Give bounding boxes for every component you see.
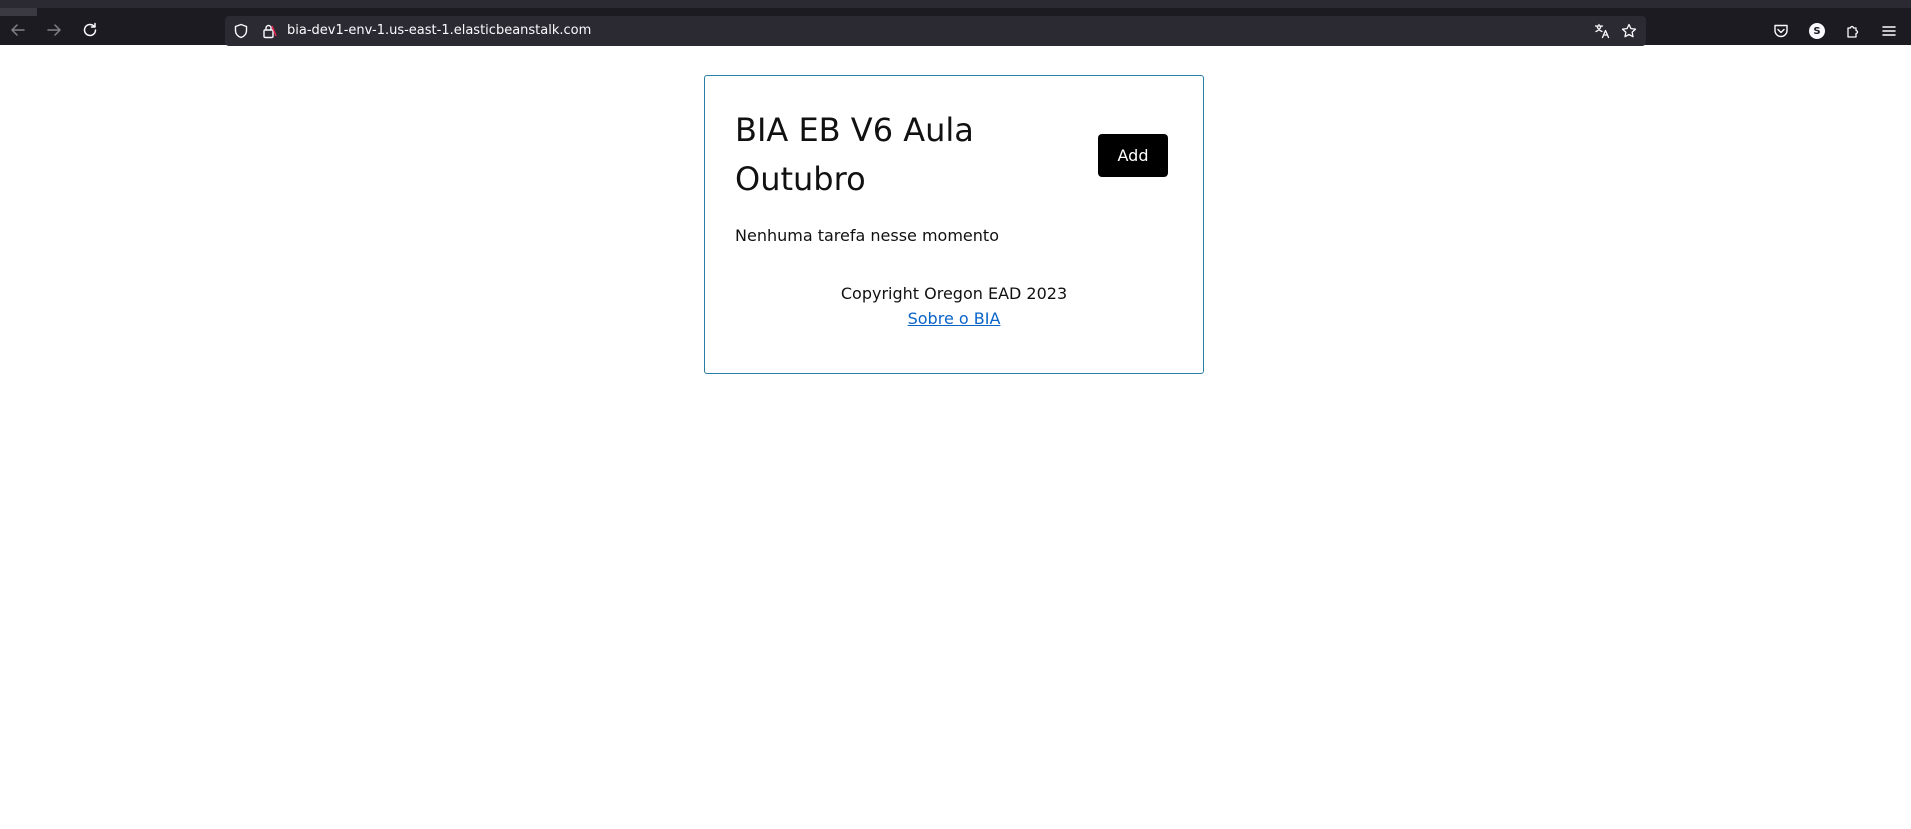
task-card: BIA EB V6 Aula Outubro Add Nenhuma taref… xyxy=(704,75,1204,374)
add-button[interactable]: Add xyxy=(1098,134,1168,177)
account-icon: S xyxy=(1809,23,1825,39)
pocket-icon xyxy=(1774,24,1788,38)
about-link[interactable]: Sobre o BIA xyxy=(908,309,1001,328)
forward-button[interactable] xyxy=(44,20,64,40)
translate-icon[interactable] xyxy=(1594,23,1610,39)
star-icon[interactable] xyxy=(1621,23,1637,39)
puzzle-icon xyxy=(1847,25,1859,38)
menu-button[interactable] xyxy=(1881,23,1897,39)
lock-icon[interactable] xyxy=(261,23,277,39)
url-text[interactable]: bia-dev1-env-1.us-east-1.elasticbeanstal… xyxy=(287,23,591,38)
empty-tasks-message: Nenhuma tarefa nesse momento xyxy=(735,226,999,245)
arrow-right-icon xyxy=(47,24,61,36)
copyright-text: Copyright Oregon EAD 2023 xyxy=(840,284,1068,303)
hamburger-menu-icon xyxy=(1882,26,1896,36)
arrow-left-icon xyxy=(11,24,25,36)
extensions-button[interactable] xyxy=(1845,23,1861,39)
footer: Copyright Oregon EAD 2023 Sobre o BIA xyxy=(705,281,1203,331)
page-title: BIA EB V6 Aula Outubro xyxy=(735,111,974,198)
account-button[interactable]: S xyxy=(1809,23,1825,39)
browser-toolbar: bia-dev1-env-1.us-east-1.elasticbeanstal… xyxy=(0,0,1911,46)
pocket-button[interactable] xyxy=(1773,23,1789,39)
address-bar[interactable]: bia-dev1-env-1.us-east-1.elasticbeanstal… xyxy=(225,16,1646,46)
back-button[interactable] xyxy=(8,20,28,40)
tab-strip xyxy=(0,8,37,16)
reload-button[interactable] xyxy=(80,20,100,40)
reload-icon xyxy=(83,22,97,37)
shield-icon[interactable] xyxy=(233,23,249,39)
